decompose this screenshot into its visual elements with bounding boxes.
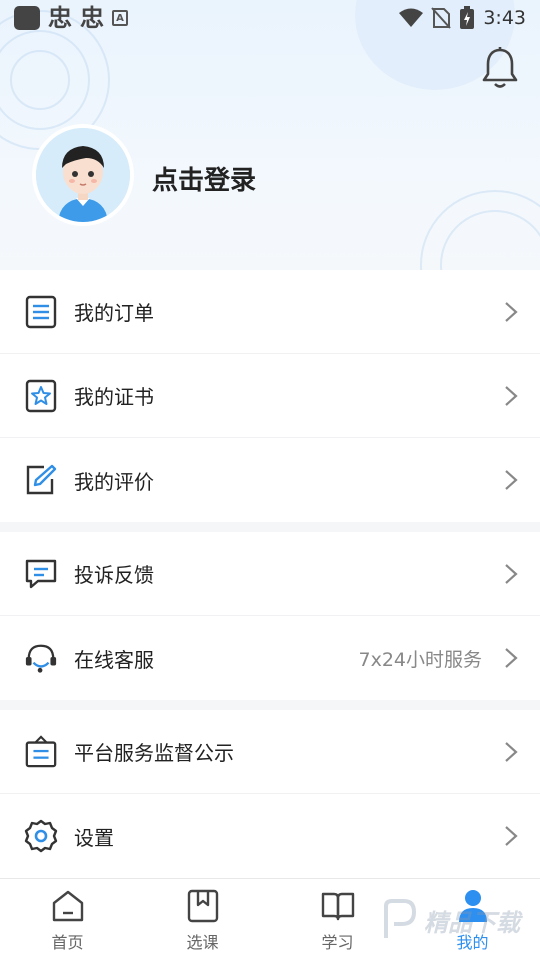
menu-item-label: 平台服务监督公示 [74, 741, 234, 765]
menu-group-platform: 平台服务监督公示 设置 [0, 710, 540, 878]
chevron-right-icon [505, 386, 518, 406]
menu-item-certificates[interactable]: 我的证书 [0, 354, 540, 438]
menu-item-reviews[interactable]: 我的评价 [0, 438, 540, 522]
order-list-icon [24, 295, 58, 329]
wifi-icon [399, 8, 424, 27]
menu-item-settings[interactable]: 设置 [0, 794, 540, 878]
bottom-navigation: 首页 选课 学习 我的 [0, 878, 540, 960]
menu-item-label: 设置 [74, 825, 114, 850]
chevron-right-icon [505, 470, 518, 490]
notice-board-icon [24, 734, 58, 769]
home-icon [52, 890, 83, 922]
menu-item-label: 投诉反馈 [74, 563, 154, 587]
menu-item-supervision-notice[interactable]: 平台服务监督公示 [0, 710, 540, 794]
chevron-right-icon [505, 742, 518, 762]
no-sim-icon [431, 7, 452, 29]
clock-time: 3:43 [483, 7, 526, 29]
chevron-right-icon [505, 648, 518, 668]
a-badge-icon: A [112, 10, 128, 26]
settings-gear-icon [24, 819, 58, 853]
service-hours-text: 7x24小时服务 [358, 648, 482, 671]
menu-group-orders: 我的订单 我的证书 我的评价 [0, 270, 540, 522]
app-notification-icon [14, 6, 40, 30]
status-bar: 忠 忠 A 3:43 [0, 0, 540, 36]
nav-label: 学习 [321, 933, 354, 952]
menu-item-label: 我的评价 [74, 469, 154, 494]
menu-item-label: 我的证书 [74, 385, 154, 409]
user-avatar-illustration [36, 128, 130, 222]
nav-label: 我的 [456, 933, 489, 952]
bookmark-book-icon [187, 889, 218, 923]
menu-item-feedback[interactable]: 投诉反馈 [0, 532, 540, 616]
notification-bell-icon[interactable] [480, 46, 520, 90]
menu-item-label: 在线客服 [74, 647, 154, 672]
menu-group-support: 投诉反馈 在线客服 7x24小时服务 [0, 532, 540, 700]
notification-glyph: 忠 [48, 4, 72, 32]
chevron-right-icon [505, 826, 518, 846]
nav-tab-home[interactable]: 首页 [0, 879, 135, 960]
avatar[interactable] [32, 124, 134, 226]
certificate-icon [24, 379, 58, 413]
menu-item-orders[interactable]: 我的订单 [0, 270, 540, 354]
edit-review-icon [24, 463, 58, 497]
chevron-right-icon [505, 564, 518, 584]
menu-item-online-service[interactable]: 在线客服 7x24小时服务 [0, 616, 540, 700]
person-icon [458, 890, 487, 922]
open-book-icon [321, 892, 354, 921]
battery-charging-icon [460, 6, 475, 29]
nav-tab-mine[interactable]: 我的 [405, 879, 540, 960]
nav-label: 首页 [51, 933, 84, 952]
nav-tab-courses[interactable]: 选课 [135, 879, 270, 960]
headset-icon [24, 641, 58, 675]
notification-glyph: 忠 [80, 4, 104, 32]
menu-item-label: 我的订单 [74, 301, 154, 325]
login-prompt[interactable]: 点击登录 [152, 160, 256, 197]
nav-label: 选课 [186, 933, 219, 952]
chevron-right-icon [505, 302, 518, 322]
decorative-ring [10, 50, 70, 110]
nav-tab-study[interactable]: 学习 [270, 879, 405, 960]
feedback-chat-icon [24, 557, 58, 591]
